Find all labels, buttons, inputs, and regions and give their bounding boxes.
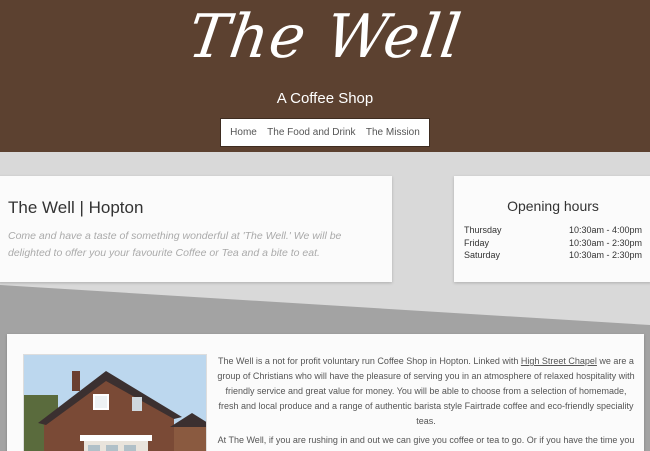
- intro-title: The Well | Hopton: [8, 198, 144, 217]
- nav-home[interactable]: Home: [230, 127, 257, 138]
- nav-food-and-drink[interactable]: The Food and Drink: [267, 127, 355, 138]
- about-p1-text: The Well is a not for profit voluntary r…: [218, 356, 521, 366]
- hours-row: Thursday 10:30am - 4:00pm: [464, 224, 642, 237]
- hours-day: Thursday: [464, 225, 502, 235]
- hours-time: 10:30am - 4:00pm: [568, 225, 642, 235]
- intro-text: Come and have a taste of something wonde…: [8, 230, 342, 259]
- hours-row: Friday 10:30am - 2:30pm: [464, 237, 642, 250]
- site-header: The Well A Coffee Shop Home The Food and…: [0, 0, 650, 152]
- about-paragraph-1: The Well is a not for profit voluntary r…: [217, 354, 635, 429]
- site-logo[interactable]: The Well: [0, 2, 650, 72]
- about-p1-text-continued: we are a group of Christians who will ha…: [217, 356, 635, 426]
- intro-card: The Well | Hopton Come and have a taste …: [0, 176, 392, 282]
- opening-hours-card: Opening hours Thursday 10:30am - 4:00pm …: [454, 176, 650, 282]
- about-text: The Well is a not for profit voluntary r…: [217, 354, 635, 451]
- hours-time: 10:30am - 2:30pm: [568, 237, 642, 248]
- hours-day: Saturday: [464, 250, 501, 260]
- opening-hours-list: Thursday 10:30am - 4:00pm Friday 10:30am…: [464, 224, 642, 262]
- hours-day: Friday: [464, 237, 490, 248]
- high-street-chapel-link[interactable]: High Street Chapel: [521, 356, 597, 366]
- site-tagline: A Coffee Shop: [276, 90, 374, 107]
- about-paragraph-2: At The Well, if you are rushing in and o…: [217, 435, 635, 451]
- hours-row: Saturday 10:30am - 2:30pm: [464, 249, 642, 262]
- coffee-shop-photo: [23, 354, 207, 451]
- building-illustration: [24, 355, 206, 451]
- about-card: The Well is a not for profit voluntary r…: [7, 334, 644, 451]
- nav-mission[interactable]: The Mission: [366, 127, 420, 138]
- main-nav: Home The Food and Drink The Mission: [220, 118, 430, 147]
- hours-time: 10:30am - 2:30pm: [568, 250, 642, 260]
- opening-hours-title: Opening hours: [507, 198, 599, 214]
